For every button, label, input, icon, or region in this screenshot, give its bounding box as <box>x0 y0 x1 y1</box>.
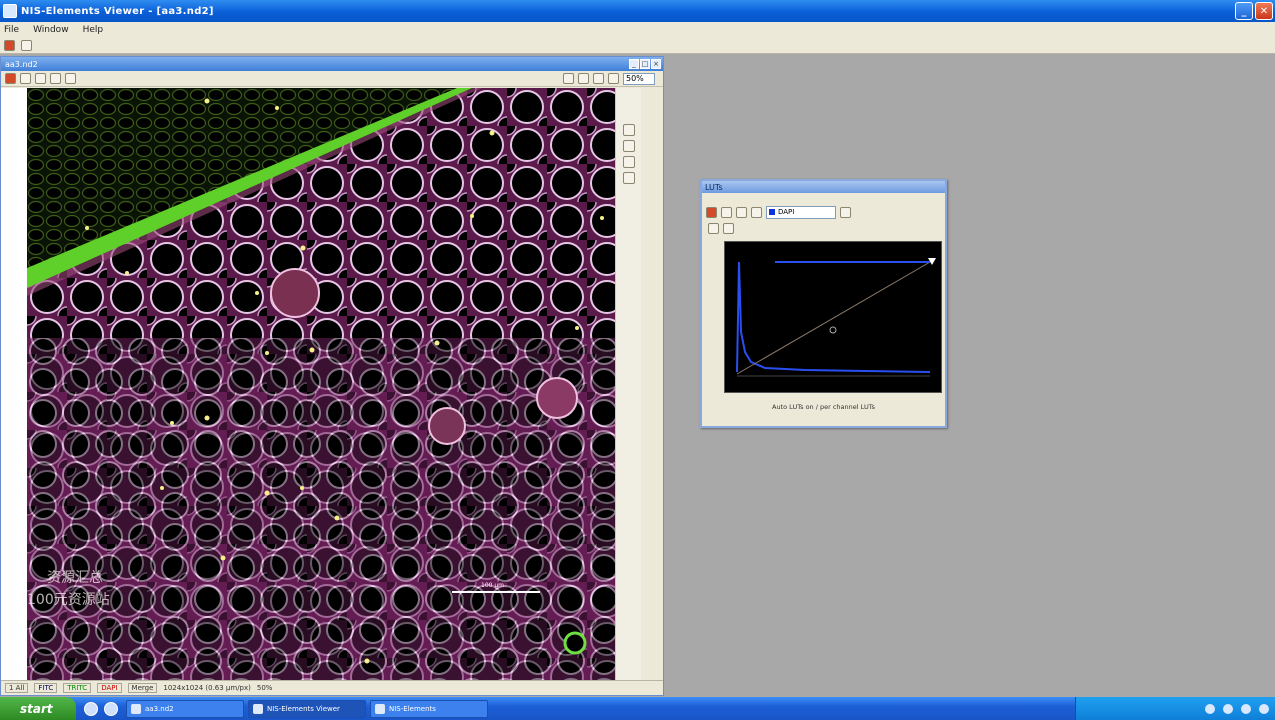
tray-4-icon[interactable] <box>1259 703 1269 714</box>
image-canvas-area: 100 μm 资源汇总 100元资源站 <box>1 88 641 682</box>
quick-launch-2-icon[interactable] <box>104 701 118 716</box>
quick-launch <box>76 701 126 716</box>
overlay-icon[interactable] <box>608 73 619 84</box>
doc-close-button[interactable]: × <box>651 59 661 69</box>
status-zoom: 50% <box>256 683 273 692</box>
menubar: File Window Help <box>0 22 1275 38</box>
window-controls: _ ✕ <box>1235 2 1273 20</box>
rotate-tool-icon[interactable] <box>65 73 76 84</box>
luts-footer: Auto LUTs on / per channel LUTs <box>772 403 875 411</box>
tray-2-icon[interactable] <box>1223 703 1233 714</box>
task-button-1[interactable]: aa3.nd2 <box>126 699 244 718</box>
tray-3-icon[interactable] <box>1241 703 1251 714</box>
pan-tool-icon[interactable] <box>35 73 46 84</box>
luts-channel-select[interactable]: DAPI <box>766 205 836 219</box>
watermark-line2: 100元资源站 <box>27 592 110 608</box>
luts-curve-icon[interactable] <box>708 222 719 234</box>
scale-bar-label: 100 μm <box>481 582 504 589</box>
channel-tool-icon[interactable] <box>5 73 16 84</box>
luts-color-icon[interactable] <box>840 206 851 218</box>
menu-file[interactable]: File <box>4 25 19 35</box>
measure-tool-icon[interactable] <box>50 73 61 84</box>
save-icon[interactable] <box>21 40 32 51</box>
close-button[interactable]: ✕ <box>1255 2 1273 20</box>
luts-reset-icon[interactable] <box>736 206 747 218</box>
fit-view-icon[interactable] <box>563 73 574 84</box>
app-title: NIS-Elements Viewer - [aa3.nd2] <box>21 5 214 17</box>
channel-tab-merge[interactable]: Merge <box>127 682 158 693</box>
side-tool-2-icon[interactable] <box>623 140 635 152</box>
microscopy-svg: 100 μm 资源汇总 100元资源站 <box>27 88 616 680</box>
quick-launch-1-icon[interactable] <box>84 701 98 716</box>
image-info: 1024x1024 (0.63 µm/px) <box>163 683 251 692</box>
luts-save-icon[interactable] <box>723 222 734 234</box>
menu-help[interactable]: Help <box>83 25 104 35</box>
canvas-side-panel <box>615 88 641 682</box>
channel-tab-fitc[interactable]: FITC <box>34 682 58 693</box>
luts-channel-icon[interactable] <box>706 206 717 218</box>
channel-tab-dapi[interactable]: DAPI <box>97 682 122 693</box>
task-3-icon <box>375 703 385 714</box>
luts-title: LUTs <box>702 181 945 193</box>
task-1-label: aa3.nd2 <box>145 704 174 713</box>
luts-window: LUTs DAPI Auto LUTs on / per channel LUT… <box>700 179 947 428</box>
tray-1-icon[interactable] <box>1205 703 1215 714</box>
document-toolbar: 50% <box>1 71 663 87</box>
luts-toolbar-2 <box>702 221 945 235</box>
minimize-button[interactable]: _ <box>1235 2 1253 20</box>
channel-tab-tritc[interactable]: TRITC <box>63 682 92 693</box>
main-toolbar <box>0 38 1275 54</box>
system-tray <box>1075 697 1275 720</box>
microscopy-image[interactable]: 100 μm 资源汇总 100元资源站 <box>27 88 616 680</box>
zoom-out-icon[interactable] <box>593 73 604 84</box>
side-tool-3-icon[interactable] <box>623 156 635 168</box>
luts-options-icon[interactable] <box>751 206 762 218</box>
luts-toolbar: DAPI <box>702 203 945 221</box>
task-3-label: NIS-Elements <box>389 704 436 713</box>
task-1-icon <box>131 703 141 714</box>
menu-window[interactable]: Window <box>33 25 69 35</box>
taskbar: start aa3.nd2 NIS-Elements Viewer NIS-El… <box>0 697 1275 720</box>
task-2-icon <box>253 703 263 714</box>
task-button-3[interactable]: NIS-Elements <box>370 699 488 718</box>
app-icon <box>3 4 17 18</box>
document-titlebar: aa3.nd2 _ □ × <box>1 57 663 71</box>
watermark-line1: 资源汇总 <box>47 570 103 586</box>
channel-color-swatch <box>769 209 775 215</box>
task-button-2[interactable]: NIS-Elements Viewer <box>248 699 366 718</box>
task-2-label: NIS-Elements Viewer <box>267 704 340 713</box>
luts-histogram[interactable] <box>724 241 942 393</box>
luts-auto-icon[interactable] <box>721 206 732 218</box>
document-title: aa3.nd2 <box>5 59 38 69</box>
zoom-in-icon[interactable] <box>578 73 589 84</box>
side-tool-1-icon[interactable] <box>623 124 635 136</box>
document-statusbar: 1 All FITC TRITC DAPI Merge 1024x1024 (0… <box>1 680 663 694</box>
channel-tab-all[interactable]: 1 All <box>5 682 29 693</box>
start-button[interactable]: start <box>0 697 76 720</box>
open-file-icon[interactable] <box>4 40 15 51</box>
image-document-window: aa3.nd2 _ □ × 50% 100 μm 资源汇总 100元资源站 1 … <box>0 56 664 696</box>
select-tool-icon[interactable] <box>20 73 31 84</box>
app-titlebar: NIS-Elements Viewer - [aa3.nd2] _ ✕ <box>0 0 1275 22</box>
histogram-svg <box>736 258 936 377</box>
doc-minimize-button[interactable]: _ <box>629 59 639 69</box>
luts-channel-label: DAPI <box>778 208 795 216</box>
side-tool-4-icon[interactable] <box>623 172 635 184</box>
zoom-select[interactable]: 50% <box>623 72 655 85</box>
doc-maximize-button[interactable]: □ <box>640 59 650 69</box>
